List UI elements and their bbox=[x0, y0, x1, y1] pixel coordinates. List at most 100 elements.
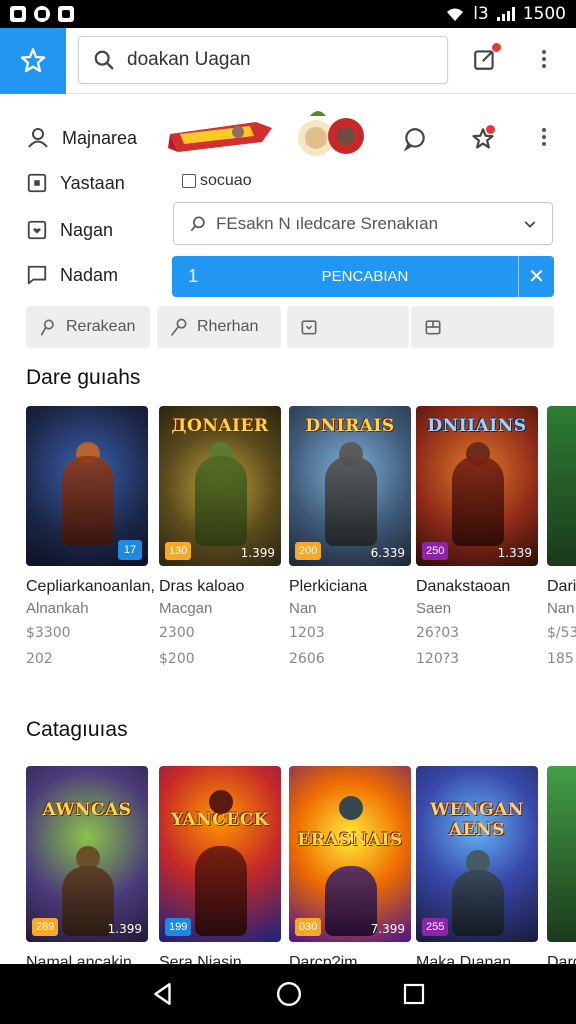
game-thumbnail[interactable]: ДONAIER 130 1.399 bbox=[159, 406, 281, 566]
rating-tag: 130 bbox=[165, 542, 192, 560]
checkbox-label: socuao bbox=[200, 172, 252, 189]
download-box-icon bbox=[301, 320, 317, 335]
search-small-icon bbox=[190, 216, 205, 231]
game-logo: DNIRAIS bbox=[305, 416, 395, 436]
app-notification-icon bbox=[34, 6, 50, 22]
filter-checkbox[interactable]: socuao bbox=[182, 172, 252, 190]
game-count: 1.399 bbox=[240, 546, 275, 560]
game-thumbnail[interactable]: 17 bbox=[26, 406, 148, 566]
game-card[interactable]: Dard bbox=[547, 766, 576, 974]
game-thumbnail[interactable] bbox=[547, 766, 576, 942]
game-thumbnail[interactable]: YANCECK 199 bbox=[159, 766, 281, 942]
character-art bbox=[452, 456, 504, 546]
game-card[interactable]: Dari Nan $/53 185 bbox=[547, 406, 576, 672]
share-button[interactable] bbox=[472, 42, 502, 77]
chevron-down-icon bbox=[524, 220, 536, 228]
game-count: 1.399 bbox=[107, 922, 142, 936]
select-value: FEsakn N ıledcare Srenakıan bbox=[216, 213, 439, 233]
person-chip-icon bbox=[40, 319, 54, 336]
game-thumbnail[interactable] bbox=[547, 406, 576, 566]
app-bar bbox=[0, 28, 576, 94]
game-price: 26?03 bbox=[416, 625, 460, 641]
item-more-icon[interactable] bbox=[542, 128, 546, 146]
banner-artwork bbox=[168, 122, 272, 152]
favorite-badge bbox=[485, 124, 496, 135]
rating-tag: 250 bbox=[422, 542, 449, 560]
character-art bbox=[62, 456, 114, 546]
search-input[interactable] bbox=[127, 49, 407, 71]
game-thumbnail[interactable]: AWNCAS 289 1.399 bbox=[26, 766, 148, 942]
chat-icon bbox=[27, 265, 47, 285]
character-art bbox=[325, 866, 377, 936]
game-developer: Macgan bbox=[159, 600, 213, 617]
game-thumbnail[interactable]: DNIRAIS 200 6.339 bbox=[289, 406, 411, 566]
favorite-button[interactable] bbox=[470, 124, 496, 157]
game-card[interactable]: DNIIAINS 250 1.339 Danakstaoan Saen 26?0… bbox=[416, 406, 540, 672]
network-type: l3 bbox=[473, 4, 489, 24]
badge-icon: 17 bbox=[118, 540, 142, 560]
game-rating: 2606 bbox=[289, 651, 325, 667]
game-rating: $200 bbox=[159, 651, 195, 667]
game-developer: Nan bbox=[289, 600, 317, 617]
chip-download[interactable] bbox=[287, 306, 409, 348]
menu-label: Nagan bbox=[60, 219, 114, 240]
checkbox-box[interactable] bbox=[182, 174, 196, 188]
game-thumbnail[interactable]: WENGAN AENS 255 bbox=[416, 766, 538, 942]
game-price: $3300 bbox=[26, 625, 71, 641]
character-art bbox=[452, 870, 504, 936]
game-thumbnail[interactable]: ERASNAIS 030 7.399 bbox=[289, 766, 411, 942]
rating-tag: 030 bbox=[295, 918, 322, 936]
chip-add[interactable] bbox=[411, 306, 554, 348]
game-card[interactable]: ERASNAIS 030 7.399 Darcp?im bbox=[289, 766, 413, 974]
character-art bbox=[325, 456, 377, 546]
game-thumbnail[interactable]: DNIIAINS 250 1.339 bbox=[416, 406, 538, 566]
game-title: Cepliarkanoanlan, bbox=[26, 578, 155, 595]
close-icon[interactable]: ✕ bbox=[518, 256, 554, 297]
home-icon[interactable] bbox=[276, 981, 302, 1007]
search-action-bar[interactable]: 1 PENCABIAN ✕ bbox=[172, 256, 554, 297]
menu-item-yastaan[interactable]: Yastaan bbox=[26, 172, 125, 194]
chip-label: Rerakean bbox=[66, 318, 136, 335]
chip-rerakean[interactable]: Rerakean bbox=[26, 306, 150, 348]
heart-box-icon bbox=[27, 220, 47, 240]
game-card[interactable]: ДONAIER 130 1.399 Dras kaloao Macgan 230… bbox=[159, 406, 283, 672]
gallery-notification-icon bbox=[58, 6, 74, 22]
character-art bbox=[195, 846, 247, 936]
game-card[interactable]: YANCECK 199 Sera Niasin bbox=[159, 766, 283, 974]
clock: 1500 bbox=[522, 4, 566, 24]
rating-tag: 255 bbox=[422, 918, 449, 936]
category-select[interactable]: FEsakn N ıledcare Srenakıan bbox=[173, 202, 553, 245]
game-rating: 120?3 bbox=[416, 651, 460, 667]
game-count: 7.399 bbox=[370, 922, 405, 936]
recents-icon[interactable] bbox=[402, 982, 426, 1006]
game-card[interactable]: WENGAN AENS 255 Maka Dıanan bbox=[416, 766, 540, 974]
action-label: PENCABIAN bbox=[321, 268, 409, 285]
search-bar[interactable] bbox=[78, 36, 448, 84]
game-card[interactable]: DNIRAIS 200 6.339 Plerkiciana Nan 1203 2… bbox=[289, 406, 413, 672]
more-options-icon[interactable] bbox=[542, 50, 546, 68]
chip-rherhan[interactable]: Rherhan bbox=[157, 306, 281, 348]
pin-chip-icon bbox=[170, 318, 187, 336]
game-developer: Alnankah bbox=[26, 600, 89, 617]
comment-button[interactable] bbox=[402, 126, 428, 157]
back-icon[interactable] bbox=[150, 981, 176, 1007]
home-button[interactable] bbox=[0, 28, 66, 94]
image-icon bbox=[27, 173, 47, 193]
character-art bbox=[62, 866, 114, 936]
food-artwork bbox=[298, 111, 364, 156]
game-card[interactable]: 17 Cepliarkanoanlan, Alnankah $3300 202 bbox=[26, 406, 155, 672]
game-rating: 202 bbox=[26, 651, 53, 667]
star-icon bbox=[20, 48, 46, 73]
section-title-featured: Dare guıahs bbox=[26, 366, 141, 389]
person-icon bbox=[28, 128, 48, 148]
menu-item-nadam[interactable]: Nadam bbox=[26, 264, 118, 286]
game-rating: 185 bbox=[547, 651, 574, 667]
game-title: Plerkiciana bbox=[289, 578, 368, 595]
game-card[interactable]: AWNCAS 289 1.399 Namal ancakin bbox=[26, 766, 150, 974]
character-art bbox=[339, 796, 363, 820]
section-title-categories: Catagıuıas bbox=[26, 718, 128, 741]
game-count: 1.339 bbox=[497, 546, 532, 560]
rating-tag: 289 bbox=[32, 918, 59, 936]
menu-item-nagan[interactable]: Nagan bbox=[26, 219, 113, 241]
menu-item-majnarea[interactable]: Majnarea bbox=[26, 126, 137, 150]
